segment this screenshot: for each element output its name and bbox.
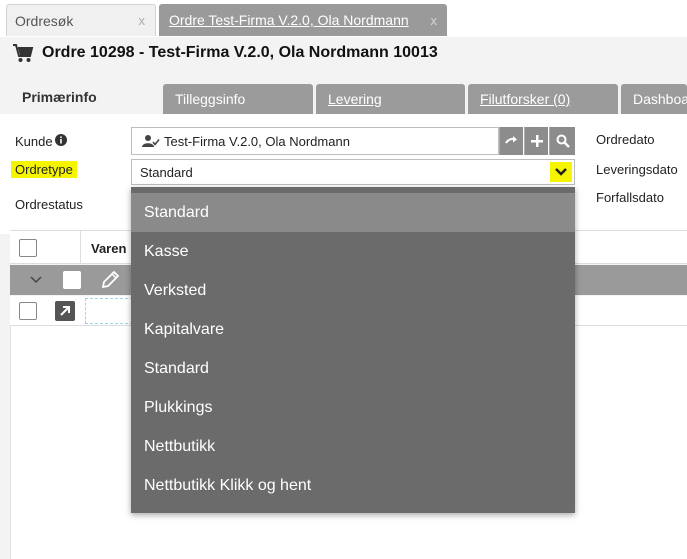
tab-label: Filutforsker (0) <box>480 91 571 107</box>
search-icon <box>556 134 570 148</box>
pencil-icon[interactable] <box>100 270 120 290</box>
tab-filutforsker[interactable]: Filutforsker (0) <box>468 84 618 114</box>
customer-add-button[interactable] <box>524 127 548 155</box>
tab-dashboard[interactable]: Dashboa <box>621 84 687 114</box>
ordretype-dropdown-list: Standard Kasse Verksted Kapitalvare Stan… <box>131 187 575 513</box>
tab-label: Primærinfo <box>22 89 97 105</box>
tab-label: Dashboa <box>633 91 687 107</box>
ordretype-selected-value: Standard <box>140 164 193 180</box>
ordrestatus-label: Ordrestatus <box>15 197 83 212</box>
row-checkbox[interactable] <box>19 302 37 320</box>
doc-tab-label: Ordre Test-Firma V.2.0, Ola Nordmann <box>169 12 409 28</box>
cart-icon <box>13 44 34 62</box>
customer-value: Test-Firma V.2.0, Ola Nordmann <box>164 133 350 149</box>
ordretype-dropdown-toggle[interactable] <box>550 162 572 182</box>
dropdown-option-kasse[interactable]: Kasse <box>131 232 575 271</box>
user-check-icon <box>142 135 160 147</box>
ordretype-label: Ordretype <box>11 161 77 178</box>
arrow-right-icon <box>504 136 517 144</box>
tab-primaerinfo[interactable]: Primærinfo <box>10 80 158 114</box>
close-icon[interactable]: x <box>139 13 146 28</box>
select-all-checkbox[interactable] <box>19 239 37 257</box>
doc-tab-label: Ordresøk <box>15 12 74 29</box>
tab-tilleggsinfo[interactable]: Tilleggsinfo <box>163 84 313 114</box>
ordretype-label-text: Ordretype <box>11 161 77 178</box>
doc-tab-ordresok[interactable]: Ordresøk x <box>6 4 156 36</box>
ordretype-select[interactable]: Standard <box>131 159 575 185</box>
kunde-label: Kunde <box>15 133 67 149</box>
dropdown-option-standard-2[interactable]: Standard <box>131 349 575 388</box>
chevron-down-icon <box>555 168 567 176</box>
tab-label: Tilleggsinfo <box>175 91 246 107</box>
dropdown-option-plukkings[interactable]: Plukkings <box>131 388 575 427</box>
dropdown-option-standard[interactable]: Standard <box>131 193 575 232</box>
info-icon[interactable] <box>54 133 67 146</box>
dropdown-option-nettbutikk-klikk-og-hent[interactable]: Nettbutikk Klikk og hent <box>131 466 575 505</box>
dropdown-option-verksted[interactable]: Verksted <box>131 271 575 310</box>
customer-field[interactable]: Test-Firma V.2.0, Ola Nordmann <box>131 127 499 155</box>
toolbar-checkbox[interactable] <box>63 271 81 289</box>
page-title: Ordre 10298 - Test-Firma V.2.0, Ola Nord… <box>12 43 438 63</box>
customer-search-button[interactable] <box>549 127 575 155</box>
forfallsdato-label: Forfallsdato <box>596 190 664 205</box>
plus-icon <box>530 135 543 147</box>
doc-tab-order[interactable]: Ordre Test-Firma V.2.0, Ola Nordmann x <box>159 4 447 36</box>
ordredato-label: Ordredato <box>596 132 655 147</box>
column-header-varenr[interactable]: Varen <box>91 241 126 256</box>
customer-goto-button[interactable] <box>499 127 523 155</box>
arrow-up-right-icon <box>60 306 70 316</box>
leveringsdato-label: Leveringsdato <box>596 162 678 177</box>
open-row-button[interactable] <box>55 301 75 321</box>
close-icon[interactable]: x <box>431 13 438 28</box>
row-edit-cell[interactable] <box>85 298 133 324</box>
section-tabs: Primærinfo Tilleggsinfo Levering Filutfo… <box>0 80 687 114</box>
dropdown-option-nettbutikk[interactable]: Nettbutikk <box>131 427 575 466</box>
column-divider <box>80 231 81 264</box>
document-tabs: Ordresøk x Ordre Test-Firma V.2.0, Ola N… <box>0 0 687 38</box>
order-title-text: Ordre 10298 - Test-Firma V.2.0, Ola Nord… <box>42 44 438 61</box>
chevron-down-icon[interactable] <box>30 276 42 284</box>
kunde-label-text: Kunde <box>15 134 53 149</box>
tab-label: Levering <box>328 91 382 107</box>
tab-levering[interactable]: Levering <box>316 84 465 114</box>
dropdown-option-kapitalvare[interactable]: Kapitalvare <box>131 310 575 349</box>
